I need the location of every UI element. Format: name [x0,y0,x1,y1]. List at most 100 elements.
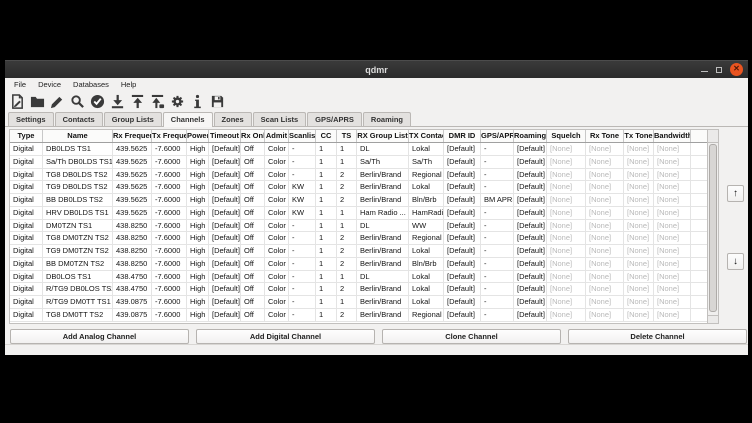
table-cell[interactable]: Off [241,207,265,220]
table-cell[interactable]: [Default] [444,309,481,322]
table-cell[interactable]: [Default] [444,245,481,258]
table-cell[interactable]: [None] [547,220,586,233]
column-header[interactable]: TS [337,130,357,142]
table-cell[interactable]: [None] [586,207,624,220]
column-header[interactable]: Rx Frequency [113,130,152,142]
table-cell[interactable]: Off [241,156,265,169]
add-analog-channel-button[interactable]: Add Analog Channel [10,329,189,344]
table-cell[interactable]: 1 [316,232,337,245]
table-cell[interactable]: [Default] [444,283,481,296]
table-cell[interactable]: [Default] [444,207,481,220]
table-row[interactable]: DigitalDB0LDS TS1439.5625-7.6000High[Def… [10,143,707,156]
table-cell[interactable]: High [187,296,209,309]
table-cell[interactable]: Digital [10,194,43,207]
table-cell[interactable]: High [187,245,209,258]
table-cell[interactable]: Color [265,194,289,207]
table-cell[interactable]: [None] [624,232,654,245]
table-cell[interactable]: [Default] [209,296,241,309]
table-cell[interactable]: 1 [316,143,337,156]
tab-zones[interactable]: Zones [214,112,252,126]
column-header[interactable]: Timeout [209,130,241,142]
table-cell[interactable]: Bln/Brb [409,258,444,271]
table-cell[interactable]: [Default] [514,309,547,322]
table-cell[interactable]: TG8 DM0TT TS2 [43,309,113,322]
table-cell[interactable]: [Default] [209,220,241,233]
close-icon[interactable]: ✕ [730,63,743,76]
table-cell[interactable]: BM APRS [481,194,514,207]
table-cell[interactable]: [None] [624,309,654,322]
table-cell[interactable]: [None] [547,245,586,258]
table-cell[interactable]: Lokal [409,271,444,284]
verify-icon[interactable] [89,93,106,110]
table-cell[interactable]: [None] [624,181,654,194]
table-cell[interactable]: 1 [316,207,337,220]
table-cell[interactable]: Berlin/Brand [357,309,409,322]
table-cell[interactable]: 2 [337,309,357,322]
table-cell[interactable]: Color [265,271,289,284]
table-cell[interactable]: [None] [547,207,586,220]
table-cell[interactable]: 1 [316,296,337,309]
table-cell[interactable]: 2 [337,283,357,296]
scrollbar-thumb[interactable] [709,144,717,312]
table-cell[interactable]: High [187,232,209,245]
table-cell[interactable]: [None] [547,258,586,271]
table-cell[interactable]: TG9 DM0TZN TS2 [43,245,113,258]
table-cell[interactable]: [Default] [209,194,241,207]
table-cell[interactable]: DL [357,220,409,233]
table-cell[interactable]: High [187,220,209,233]
table-cell[interactable]: 439.5625 [113,181,152,194]
table-cell[interactable]: 1 [316,169,337,182]
table-cell[interactable]: -7.6000 [152,232,187,245]
table-cell[interactable]: Digital [10,258,43,271]
table-cell[interactable]: - [289,245,316,258]
table-cell[interactable]: - [481,283,514,296]
table-cell[interactable]: Off [241,181,265,194]
table-row[interactable]: DigitalTG9 DM0TZN TS2438.8250-7.6000High… [10,245,707,258]
table-cell[interactable]: Off [241,271,265,284]
table-cell[interactable]: [None] [654,245,691,258]
table-cell[interactable]: [Default] [514,245,547,258]
table-cell[interactable]: -7.6000 [152,169,187,182]
tab-group-lists[interactable]: Group Lists [104,112,162,126]
table-cell[interactable]: - [481,271,514,284]
table-cell[interactable]: DL [357,143,409,156]
table-cell[interactable]: [Default] [444,156,481,169]
table-cell[interactable]: KW [289,194,316,207]
table-cell[interactable]: Color [265,245,289,258]
table-cell[interactable]: Lokal [409,296,444,309]
table-cell[interactable]: 2 [337,181,357,194]
table-cell[interactable]: [None] [547,156,586,169]
about-info-icon[interactable] [189,93,206,110]
table-cell[interactable]: 1 [316,220,337,233]
table-cell[interactable]: [None] [624,194,654,207]
table-row[interactable]: DigitalHRV DB0LDS TS1439.5625-7.6000High… [10,207,707,220]
table-cell[interactable]: Digital [10,296,43,309]
table-cell[interactable]: [Default] [444,271,481,284]
table-row[interactable]: DigitalR/TG9 DM0TT TS1439.0875-7.6000Hig… [10,296,707,309]
menu-item[interactable]: Help [116,79,141,90]
table-cell[interactable]: Lokal [409,181,444,194]
table-cell[interactable]: [Default] [514,258,547,271]
table-cell[interactable]: 2 [337,232,357,245]
table-cell[interactable]: Sa/Th [357,156,409,169]
table-cell[interactable]: - [481,232,514,245]
table-cell[interactable]: [None] [586,245,624,258]
column-header[interactable]: RX Group List [357,130,409,142]
table-cell[interactable]: 1 [316,271,337,284]
table-cell[interactable]: [Default] [444,220,481,233]
table-cell[interactable]: High [187,283,209,296]
table-cell[interactable]: Lokal [409,245,444,258]
table-cell[interactable]: High [187,309,209,322]
table-cell[interactable]: - [481,143,514,156]
table-cell[interactable]: [Default] [444,143,481,156]
table-cell[interactable]: [Default] [514,169,547,182]
tab-roaming[interactable]: Roaming [363,112,411,126]
table-cell[interactable]: [Default] [514,232,547,245]
table-cell[interactable]: [None] [547,296,586,309]
column-header[interactable]: Scanlist [289,130,316,142]
table-row[interactable]: DigitalBB DB0LDS TS2439.5625-7.6000High[… [10,194,707,207]
table-cell[interactable]: [Default] [514,156,547,169]
upload-callsign-db-icon[interactable] [149,93,166,110]
table-cell[interactable]: -7.6000 [152,245,187,258]
column-header[interactable]: Power [187,130,209,142]
